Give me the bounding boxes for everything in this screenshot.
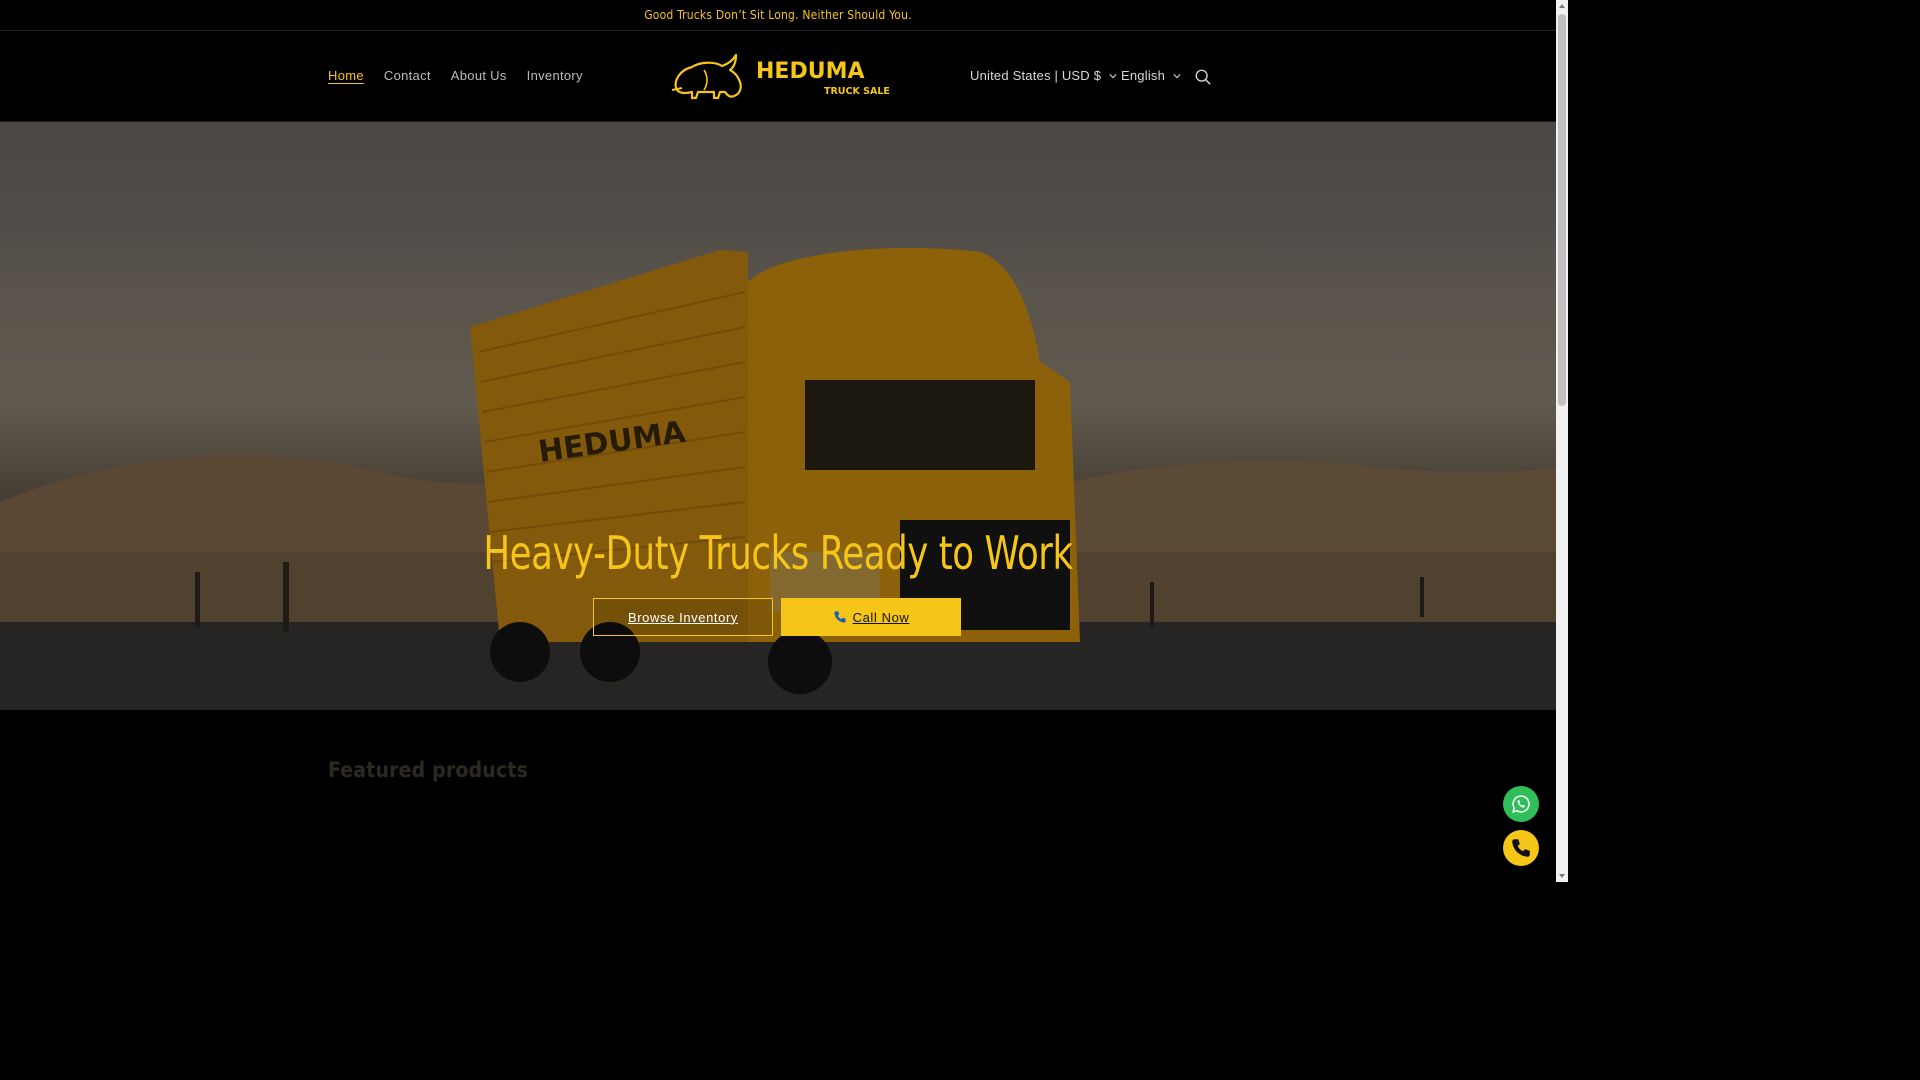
floating-call-button[interactable] (1503, 830, 1539, 866)
chevron-down-icon (1109, 73, 1117, 78)
scroll-down-arrow[interactable] (1559, 874, 1565, 878)
call-now-label: Call Now (852, 609, 910, 625)
bull-logo-icon: HEDUMA TRUCK SALES (671, 53, 890, 100)
announcement-bar: Good Trucks Don’t Sit Long. Neither Shou… (0, 0, 1556, 31)
svg-text:TRUCK SALES: TRUCK SALES (824, 86, 890, 97)
browse-inventory-button[interactable]: Browse Inventory (593, 598, 773, 636)
phone-icon (1512, 839, 1530, 857)
whatsapp-button[interactable] (1503, 786, 1539, 822)
browse-inventory-label: Browse Inventory (627, 609, 739, 625)
language-label: English (1121, 68, 1166, 83)
chevron-down-icon (1173, 73, 1181, 78)
featured-products-heading: Featured products (328, 758, 529, 782)
phone-icon (833, 611, 846, 623)
svg-text:HEDUMA: HEDUMA (756, 59, 865, 84)
country-selector[interactable]: United States | USD $ (970, 68, 1117, 83)
whatsapp-icon (1512, 795, 1530, 813)
scroll-thumb[interactable] (1558, 14, 1566, 406)
hero-banner: HEDUMA Heavy-Duty Trucks Ready to Work B… (0, 122, 1556, 710)
country-label: United States | USD $ (970, 68, 1102, 83)
nav-about-us[interactable]: About Us (451, 68, 507, 83)
language-selector[interactable]: English (1121, 68, 1181, 83)
nav-home[interactable]: Home (328, 68, 364, 83)
hero-overlay (0, 122, 1556, 710)
hero-title: Heavy-Duty Trucks Ready to Work (483, 526, 1073, 580)
nav-contact[interactable]: Contact (384, 68, 431, 83)
search-icon[interactable] (1194, 68, 1212, 86)
main-nav: Home Contact About Us Inventory (328, 68, 583, 83)
site-header: Home Contact About Us Inventory HEDUMA T… (0, 32, 1556, 122)
nav-inventory[interactable]: Inventory (527, 68, 583, 83)
announcement-text: Good Trucks Don’t Sit Long. Neither Shou… (644, 8, 912, 22)
call-now-button[interactable]: Call Now (781, 598, 961, 636)
scroll-up-arrow[interactable] (1559, 4, 1565, 8)
page-scrollbar[interactable] (1556, 0, 1568, 882)
